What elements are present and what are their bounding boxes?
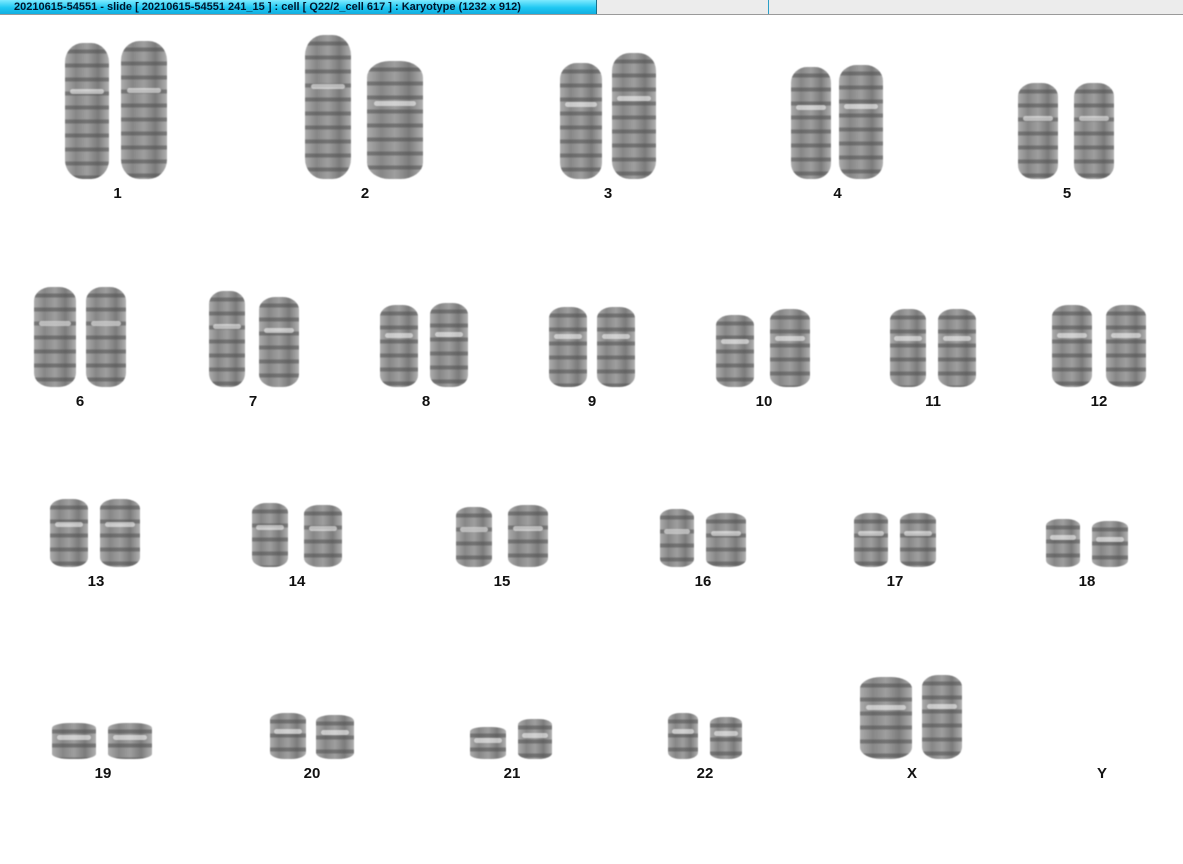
chromosome-22a[interactable]: [668, 713, 698, 759]
chromosome-21b[interactable]: [518, 719, 552, 759]
chromosome-8a[interactable]: [380, 305, 418, 387]
chromosome-14b[interactable]: [304, 505, 342, 567]
chromosome-8b[interactable]: [430, 303, 468, 387]
chromosome-17a[interactable]: [854, 513, 888, 567]
pair-label: 3: [603, 185, 613, 202]
chromosome-14a[interactable]: [252, 503, 288, 567]
pair-label: 14: [288, 573, 306, 590]
chromosome-pair-x[interactable]: X: [856, 675, 968, 783]
karyotype-canvas: 1 2 3 4 5 6 7 8 9 10 11 12 13 14 15 16 1…: [0, 15, 1183, 864]
pair-label: 6: [75, 393, 85, 410]
pair-label: 13: [87, 573, 105, 590]
chromosome-pair-y[interactable]: Y: [1072, 755, 1132, 783]
chromosome-pair-13[interactable]: 13: [46, 499, 146, 591]
chromosome-5a[interactable]: [1018, 83, 1058, 179]
pair-label: 22: [696, 765, 714, 782]
chromosome-3a[interactable]: [560, 63, 602, 179]
chromosome-16b[interactable]: [706, 513, 746, 567]
chromosome-pair-18[interactable]: 18: [1042, 517, 1132, 591]
chromosome-1b[interactable]: [121, 41, 167, 179]
pair-label: 7: [248, 393, 258, 410]
chromosome-10b[interactable]: [770, 309, 810, 387]
chromosome-xb[interactable]: [922, 675, 962, 759]
chromosome-13b[interactable]: [100, 499, 140, 567]
chromosome-12a[interactable]: [1052, 305, 1092, 387]
pair-label: 10: [755, 393, 773, 410]
chromosome-11b[interactable]: [938, 309, 976, 387]
chromosome-pair-21[interactable]: 21: [466, 717, 558, 783]
pair-label: 5: [1062, 185, 1072, 202]
pair-label: 18: [1078, 573, 1096, 590]
chromosome-pair-11[interactable]: 11: [886, 307, 980, 411]
chromosome-17b[interactable]: [900, 513, 936, 567]
pair-label: 12: [1090, 393, 1108, 410]
chromosome-7b[interactable]: [259, 297, 299, 387]
chromosome-6a[interactable]: [34, 287, 76, 387]
chromosome-pair-1[interactable]: 1: [55, 41, 180, 203]
chromosome-pair-7[interactable]: 7: [205, 287, 301, 411]
window-titlebar: 20210615-54551 - slide [ 20210615-54551 …: [0, 0, 1183, 15]
pair-label: 1: [113, 185, 122, 202]
chromosome-4b[interactable]: [839, 65, 883, 179]
window-title-tab[interactable]: 20210615-54551 - slide [ 20210615-54551 …: [0, 0, 597, 14]
chromosome-pair-20[interactable]: 20: [266, 711, 358, 783]
chromosome-pair-8[interactable]: 8: [378, 303, 474, 411]
chromosome-pair-14[interactable]: 14: [248, 503, 346, 591]
chromosome-pair-2[interactable]: 2: [295, 35, 435, 203]
chromosome-18b[interactable]: [1092, 521, 1128, 567]
pair-label: 17: [886, 573, 904, 590]
chromosome-19a[interactable]: [52, 723, 96, 759]
chromosome-16a[interactable]: [660, 509, 694, 567]
chromosome-2b[interactable]: [367, 61, 423, 179]
pair-label: 20: [303, 765, 321, 782]
titlebar-splitter[interactable]: [768, 0, 769, 14]
chromosome-pair-22[interactable]: 22: [664, 713, 746, 783]
chromosome-22b[interactable]: [710, 717, 742, 759]
chromosome-20b[interactable]: [316, 715, 354, 759]
chromosome-15a[interactable]: [456, 507, 492, 567]
chromosome-4a[interactable]: [791, 67, 831, 179]
pair-label: 16: [694, 573, 712, 590]
chromosome-5b[interactable]: [1074, 83, 1114, 179]
chromosome-12b[interactable]: [1106, 305, 1146, 387]
chromosome-13a[interactable]: [50, 499, 88, 567]
pair-label: 21: [503, 765, 521, 782]
chromosome-3b[interactable]: [612, 53, 656, 179]
chromosome-pair-5[interactable]: 5: [1012, 79, 1122, 203]
chromosome-pair-19[interactable]: 19: [50, 715, 156, 783]
chromosome-20a[interactable]: [270, 713, 306, 759]
pair-label: 4: [833, 185, 842, 202]
pair-label: 19: [94, 765, 112, 782]
chromosome-7a[interactable]: [209, 291, 245, 387]
chromosome-18a[interactable]: [1046, 519, 1080, 567]
chromosome-2a[interactable]: [305, 35, 351, 179]
chromosome-xa[interactable]: [860, 677, 912, 759]
chromosome-21a[interactable]: [470, 727, 506, 759]
chromosome-pair-3[interactable]: 3: [552, 53, 664, 203]
chromosome-pair-17[interactable]: 17: [850, 511, 940, 591]
pair-label: Y: [1096, 765, 1107, 782]
chromosome-pair-15[interactable]: 15: [452, 503, 552, 591]
chromosome-11a[interactable]: [890, 309, 926, 387]
pair-label: 2: [360, 185, 370, 202]
chromosome-pair-6[interactable]: 6: [30, 283, 130, 411]
chromosome-pair-4[interactable]: 4: [785, 65, 890, 203]
chromosome-10a[interactable]: [716, 315, 754, 387]
chromosome-6b[interactable]: [86, 287, 126, 387]
window-title: 20210615-54551 - slide [ 20210615-54551 …: [14, 1, 521, 13]
chromosome-9b[interactable]: [597, 307, 635, 387]
chromosome-15b[interactable]: [508, 505, 548, 567]
chromosome-pair-9[interactable]: 9: [545, 307, 639, 411]
chromosome-9a[interactable]: [549, 307, 587, 387]
pair-label: X: [906, 765, 917, 782]
chromosome-pair-16[interactable]: 16: [656, 507, 750, 591]
chromosome-pair-12[interactable]: 12: [1048, 305, 1150, 411]
pair-label: 9: [587, 393, 597, 410]
chromosome-1a[interactable]: [65, 43, 109, 179]
pair-label: 11: [925, 393, 941, 410]
pair-label: 15: [493, 573, 511, 590]
pair-label: 8: [421, 393, 431, 410]
chromosome-19b[interactable]: [108, 723, 152, 759]
chromosome-pair-10[interactable]: 10: [712, 309, 816, 411]
